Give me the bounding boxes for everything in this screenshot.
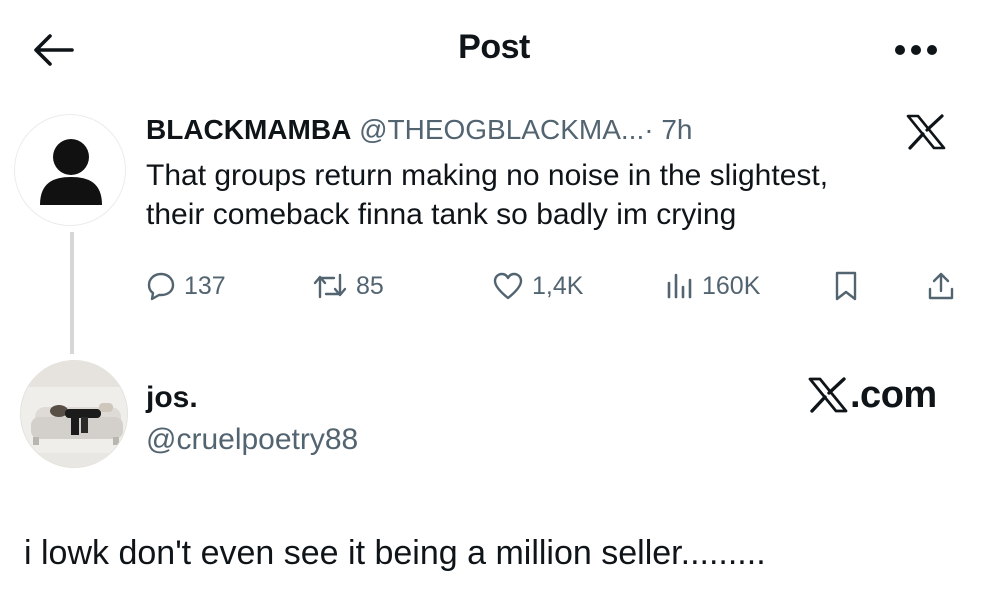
like-button[interactable]: 1,4K — [492, 262, 583, 310]
time-separator: · — [644, 114, 654, 145]
heart-icon — [493, 272, 523, 300]
repost-count: 85 — [356, 271, 384, 300]
reply-avatar[interactable] — [20, 360, 128, 468]
x-com-watermark: .com — [808, 372, 937, 418]
views-button[interactable]: 160K — [664, 262, 760, 310]
x-com-text: .com — [850, 373, 937, 416]
profile-photo-icon — [21, 361, 127, 467]
more-options-button[interactable] — [886, 30, 946, 70]
post-text-line: their comeback finna tank so badly im cr… — [146, 198, 737, 231]
x-logo-icon — [808, 377, 848, 413]
reply-count: 137 — [184, 271, 226, 300]
x-logo-icon — [906, 114, 946, 150]
post-header: BLACKMAMBA @THEOGBLACKMA...· 7h — [146, 110, 692, 150]
like-count: 1,4K — [532, 271, 584, 300]
author-name[interactable]: BLACKMAMBA — [146, 114, 351, 145]
post-text-line: That groups return making no noise in th… — [146, 159, 829, 192]
bookmark-button[interactable] — [832, 262, 860, 310]
reply-author-name[interactable]: jos. — [146, 380, 198, 416]
repost-icon — [313, 273, 347, 299]
author-handle[interactable]: @THEOGBLACKMA... — [359, 114, 644, 145]
platform-logo — [906, 114, 946, 150]
reply-button[interactable]: 137 — [146, 262, 226, 310]
more-horizontal-icon — [895, 45, 937, 55]
share-button[interactable] — [926, 262, 956, 310]
bookmark-icon — [835, 271, 857, 301]
avatar[interactable] — [14, 114, 126, 226]
bar-chart-icon — [667, 273, 692, 299]
reply-author-handle[interactable]: @cruelpoetry88 — [146, 422, 358, 458]
post-time[interactable]: 7h — [661, 114, 692, 145]
default-profile-icon — [40, 139, 102, 205]
repost-button[interactable]: 85 — [312, 262, 384, 310]
share-icon — [928, 272, 954, 300]
view-count: 160K — [702, 271, 761, 300]
comment-icon — [147, 272, 175, 301]
page-title: Post — [458, 28, 530, 66]
reply-text: i lowk don't even see it being a million… — [24, 534, 766, 572]
thread-connector — [70, 232, 74, 354]
post-text: That groups return making no noise in th… — [146, 156, 976, 234]
